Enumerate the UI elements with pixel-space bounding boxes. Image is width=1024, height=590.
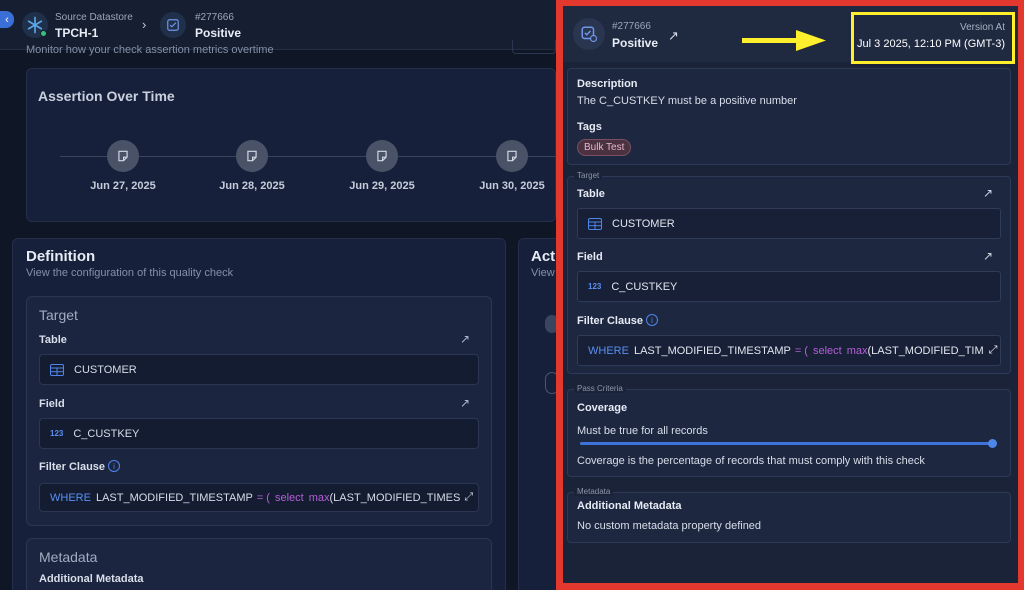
- metadata-legend: Metadata: [574, 487, 614, 496]
- info-icon[interactable]: i: [646, 314, 658, 326]
- field-value: C_CUSTKEY: [73, 427, 140, 440]
- definition-subtitle: View the configuration of this quality c…: [26, 267, 234, 279]
- sql-rest: (LAST_MODIFIED_TIM: [867, 344, 984, 357]
- drawer-table-label: Table: [577, 188, 605, 200]
- sql-rest: (LAST_MODIFIED_TIMES: [329, 491, 461, 504]
- sql-keyword-select: select: [812, 344, 842, 357]
- sql-keyword-where: WHERE: [50, 491, 91, 504]
- drawer-table-field[interactable]: CUSTOMER: [577, 208, 1001, 239]
- number-type-icon: 123: [50, 429, 64, 438]
- sql-column: LAST_MODIFIED_TIMESTAMP: [95, 491, 253, 504]
- breadcrumb-check-name: Positive: [195, 26, 242, 40]
- timeline-date: Jun 29, 2025: [349, 180, 415, 192]
- chevron-left-icon: ‹: [5, 13, 9, 26]
- tag-badge[interactable]: Bulk Test: [577, 139, 632, 156]
- expand-icon[interactable]: ⤢: [989, 344, 998, 357]
- target-legend: Target: [574, 171, 603, 180]
- activity-title: Act: [531, 248, 556, 265]
- metadata-title: Metadata: [39, 549, 98, 565]
- description-value: The C_CUSTKEY must be a positive number: [577, 95, 797, 107]
- additional-metadata-label: Additional Metadata: [39, 573, 144, 585]
- breadcrumb-check-id: #277666: [195, 12, 234, 23]
- metadata-empty: No custom metadata property defined: [577, 520, 762, 532]
- drawer-field-value: C_CUSTKEY: [611, 280, 678, 293]
- filter-clause-label: Filter Clause: [39, 461, 106, 473]
- top-bar: [0, 0, 556, 50]
- pass-criteria-legend: Pass Criteria: [574, 384, 626, 393]
- coverage-rule: Must be true for all records: [577, 425, 708, 437]
- coverage-slider-fill: [580, 442, 992, 445]
- timeline-point[interactable]: [496, 140, 528, 172]
- drawer-additional-metadata-label: Additional Metadata: [577, 500, 682, 512]
- table-label: Table: [39, 334, 67, 346]
- assertion-title: Assertion Over Time: [38, 88, 175, 104]
- drawer-table-value: CUSTOMER: [612, 217, 675, 230]
- breadcrumb-source-label: Source Datastore: [55, 12, 133, 23]
- tags-label: Tags: [577, 121, 602, 133]
- table-value: CUSTOMER: [74, 363, 137, 376]
- info-icon[interactable]: i: [108, 460, 120, 472]
- timeline-point[interactable]: [236, 140, 268, 172]
- timeline-date: Jun 30, 2025: [479, 180, 545, 192]
- external-link-icon[interactable]: ↗: [983, 249, 993, 263]
- drawer-check-name: Positive: [612, 36, 659, 50]
- note-icon: [118, 150, 128, 162]
- version-at-value[interactable]: Jul 3 2025, 12:10 PM (GMT-3): [855, 38, 1005, 50]
- external-link-icon[interactable]: ↗: [460, 396, 470, 410]
- callout-arrow: [742, 30, 826, 51]
- drawer-filter-field[interactable]: WHERE LAST_MODIFIED_TIMESTAMP = ( select…: [577, 335, 1001, 366]
- drawer-field-field[interactable]: 123 C_CUSTKEY: [577, 271, 1001, 302]
- description-label: Description: [577, 78, 638, 90]
- timeline-point[interactable]: [107, 140, 139, 172]
- drawer-field-label: Field: [577, 251, 603, 263]
- breadcrumb-source-name[interactable]: TPCH-1: [55, 26, 98, 40]
- table-icon: [50, 363, 64, 376]
- drawer-filter-label: Filter Clause: [577, 315, 644, 327]
- activity-subtitle: View: [531, 267, 555, 279]
- sql-column: LAST_MODIFIED_TIMESTAMP: [633, 344, 791, 357]
- open-link-icon[interactable]: ↗: [668, 28, 679, 44]
- assertion-subtitle: Monitor how your check assertion metrics…: [26, 44, 274, 56]
- timeline-point[interactable]: [366, 140, 398, 172]
- sql-function-max: max: [846, 344, 868, 357]
- coverage-label: Coverage: [577, 402, 628, 414]
- filter-clause-field[interactable]: WHERE LAST_MODIFIED_TIMESTAMP = ( select…: [39, 483, 479, 512]
- checkbox-icon: [167, 19, 179, 31]
- checkbox-clock-icon: [581, 26, 598, 43]
- field-field[interactable]: 123 C_CUSTKEY: [39, 418, 479, 449]
- status-dot: [40, 30, 47, 37]
- table-field[interactable]: CUSTOMER: [39, 354, 479, 385]
- check-icon-badge: [160, 12, 186, 38]
- coverage-slider-track: [580, 442, 992, 445]
- note-icon: [507, 150, 517, 162]
- field-label: Field: [39, 398, 65, 410]
- date-selector[interactable]: [512, 40, 556, 54]
- table-icon: [588, 217, 602, 230]
- datastore-logo: [22, 12, 48, 38]
- coverage-help: Coverage is the percentage of records th…: [577, 455, 925, 467]
- note-icon: [247, 150, 257, 162]
- sql-operator: = (: [256, 491, 270, 504]
- timeline-date: Jun 28, 2025: [219, 180, 285, 192]
- external-link-icon[interactable]: ↗: [460, 332, 470, 346]
- version-at-label: Version At: [959, 22, 1005, 33]
- sql-keyword-select: select: [274, 491, 304, 504]
- expand-icon[interactable]: ⤢: [464, 491, 473, 504]
- drawer-check-badge: [573, 18, 605, 50]
- sql-keyword-where: WHERE: [588, 344, 629, 357]
- note-icon: [377, 150, 387, 162]
- definition-title: Definition: [26, 248, 96, 265]
- timeline-date: Jun 27, 2025: [90, 180, 156, 192]
- coverage-slider-handle[interactable]: [987, 439, 997, 448]
- sql-operator: = (: [794, 344, 808, 357]
- number-type-icon: 123: [588, 282, 602, 291]
- external-link-icon[interactable]: ↗: [983, 186, 993, 200]
- sql-function-max: max: [308, 491, 330, 504]
- chevron-right-icon: ›: [142, 17, 147, 32]
- target-title: Target: [39, 307, 78, 323]
- drawer-check-id: #277666: [612, 21, 651, 32]
